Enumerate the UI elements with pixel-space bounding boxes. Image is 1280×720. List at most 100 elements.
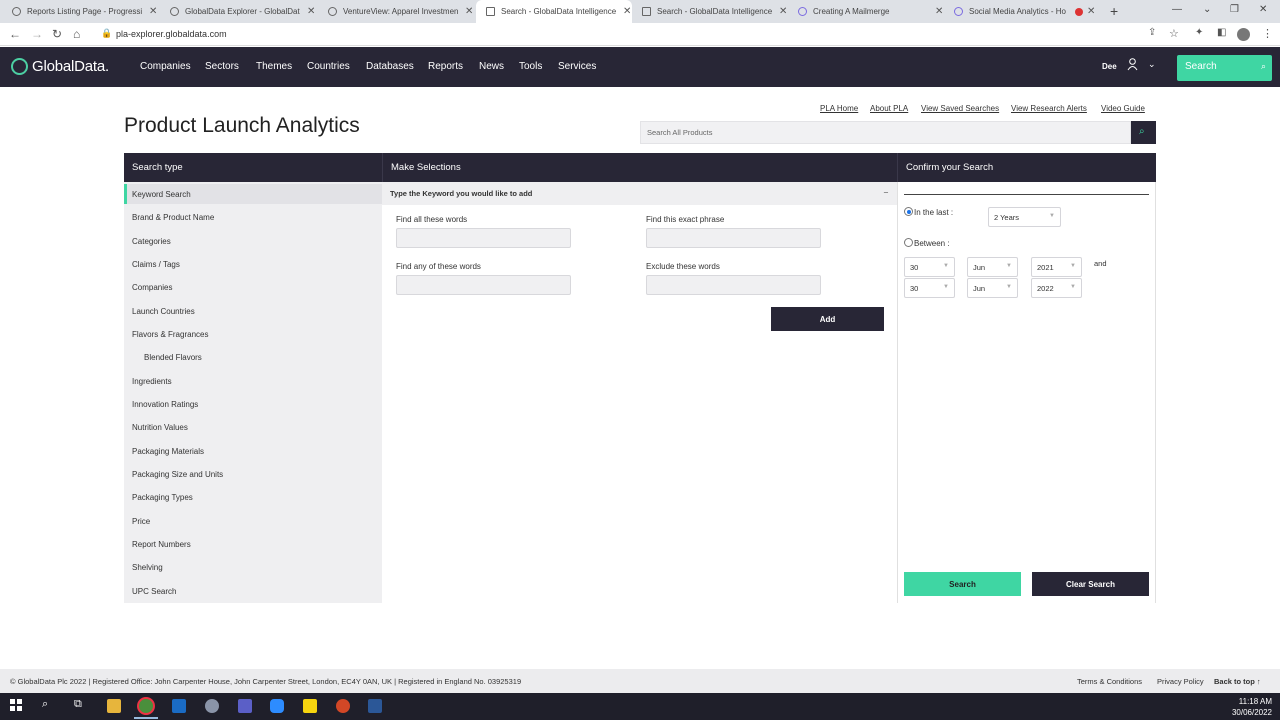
- product-search-button[interactable]: ⌕: [1131, 121, 1156, 144]
- link-saved-searches[interactable]: View Saved Searches: [921, 104, 999, 113]
- link-pla-home[interactable]: PLA Home: [820, 104, 858, 113]
- nav-tools[interactable]: Tools: [519, 61, 542, 72]
- link-research-alerts[interactable]: View Research Alerts: [1011, 104, 1087, 113]
- menu-icon[interactable]: ⋮: [1262, 27, 1273, 40]
- to-year-select[interactable]: 2022 ▼: [1031, 278, 1082, 298]
- star-icon[interactable]: ☆: [1169, 27, 1179, 40]
- avatar[interactable]: [1237, 28, 1250, 41]
- share-icon[interactable]: ⇪: [1148, 27, 1156, 38]
- search-type-report-numbers[interactable]: Report Numbers: [132, 540, 191, 549]
- search-type-companies[interactable]: Companies: [132, 283, 172, 292]
- from-month-select[interactable]: Jun ▼: [967, 257, 1018, 277]
- extensions-icon[interactable]: ✦: [1195, 27, 1203, 38]
- search-type-innovation[interactable]: Innovation Ratings: [132, 400, 198, 409]
- search-type-countries[interactable]: Launch Countries: [132, 307, 195, 316]
- nav-databases[interactable]: Databases: [366, 61, 414, 72]
- close-tab-icon[interactable]: ✕: [1087, 6, 1095, 17]
- url-field[interactable]: pla-explorer.globaldata.com: [116, 29, 227, 39]
- search-icon[interactable]: ⌕: [42, 698, 48, 711]
- sidebar-icon[interactable]: ◧: [1217, 27, 1226, 38]
- find-phrase-input[interactable]: [646, 228, 821, 248]
- search-type-keyword[interactable]: Keyword Search: [132, 190, 191, 199]
- footer-terms-link[interactable]: Terms & Conditions: [1077, 677, 1142, 686]
- search-type-pack-size[interactable]: Packaging Size and Units: [132, 470, 223, 479]
- nav-services[interactable]: Services: [558, 61, 596, 72]
- search-type-flavors[interactable]: Flavors & Fragrances: [132, 330, 208, 339]
- snipping-tool-icon[interactable]: [205, 699, 219, 713]
- to-month-select[interactable]: Jun ▼: [967, 278, 1018, 298]
- back-to-top-link[interactable]: Back to top ↑: [1214, 677, 1261, 686]
- nav-countries[interactable]: Countries: [307, 61, 350, 72]
- minimize-icon[interactable]: —: [1172, 4, 1182, 15]
- nav-news[interactable]: News: [479, 61, 504, 72]
- close-tab-icon[interactable]: ✕: [935, 6, 943, 17]
- windows-start-icon[interactable]: [10, 699, 22, 711]
- restore-icon[interactable]: ❐: [1230, 4, 1239, 15]
- find-all-input[interactable]: [396, 228, 571, 248]
- search-type-blended-flavors[interactable]: Blended Flavors: [144, 353, 202, 362]
- powerpoint-icon[interactable]: [336, 699, 350, 713]
- in-last-radio[interactable]: [904, 207, 913, 216]
- back-icon[interactable]: ←: [9, 27, 21, 41]
- search-type-categories[interactable]: Categories: [132, 237, 171, 246]
- browser-tab[interactable]: Social Media Analytics - Ho ✕: [944, 0, 1100, 23]
- close-tab-icon[interactable]: ✕: [623, 6, 631, 17]
- search-type-pack-types[interactable]: Packaging Types: [132, 493, 193, 502]
- browser-tab[interactable]: VentureView: Apparel Investmen ✕: [318, 0, 476, 23]
- product-search-input[interactable]: Search All Products: [640, 121, 1131, 144]
- user-name[interactable]: Dee: [1102, 62, 1117, 71]
- teams-icon[interactable]: [238, 699, 252, 713]
- new-tab-button[interactable]: +: [1110, 3, 1118, 19]
- link-video-guide[interactable]: Video Guide: [1101, 104, 1145, 113]
- chevron-down-icon[interactable]: ⌄: [1148, 59, 1156, 70]
- close-tab-icon[interactable]: ✕: [149, 6, 157, 17]
- search-type-ingredients[interactable]: Ingredients: [132, 377, 172, 386]
- home-icon[interactable]: ⌂: [73, 27, 80, 41]
- search-type-brand[interactable]: Brand & Product Name: [132, 213, 214, 222]
- close-tab-icon[interactable]: ✕: [465, 6, 473, 17]
- outlook-icon[interactable]: [172, 699, 186, 713]
- keyword-section-bar[interactable]: Type the Keyword you would like to add –: [382, 182, 897, 205]
- search-type-pack-materials[interactable]: Packaging Materials: [132, 447, 204, 456]
- search-type-nutrition[interactable]: Nutrition Values: [132, 423, 188, 432]
- chevron-down-icon[interactable]: ⌄: [1203, 4, 1211, 15]
- clear-search-button[interactable]: Clear Search: [1032, 572, 1149, 596]
- browser-tab[interactable]: Search - GlobalData Intelligence ✕: [632, 0, 788, 23]
- word-icon[interactable]: [368, 699, 382, 713]
- sticky-notes-icon[interactable]: [303, 699, 317, 713]
- file-explorer-icon[interactable]: [107, 699, 121, 713]
- browser-tab[interactable]: Creating A Mailmerge ✕: [788, 0, 944, 23]
- nav-companies[interactable]: Companies: [140, 61, 191, 72]
- search-type-shelving[interactable]: Shelving: [132, 563, 163, 572]
- from-year-select[interactable]: 2021 ▼: [1031, 257, 1082, 277]
- add-button[interactable]: Add: [771, 307, 884, 331]
- nav-themes[interactable]: Themes: [256, 61, 292, 72]
- browser-tab-active[interactable]: Search - GlobalData Intelligence ✕: [476, 0, 632, 23]
- close-tab-icon[interactable]: ✕: [307, 6, 315, 17]
- nav-reports[interactable]: Reports: [428, 61, 463, 72]
- browser-tab[interactable]: GlobalData Explorer - GlobalDat ✕: [160, 0, 318, 23]
- between-radio[interactable]: [904, 238, 913, 247]
- forward-icon[interactable]: →: [31, 27, 43, 41]
- collapse-icon[interactable]: –: [884, 187, 888, 196]
- find-any-input[interactable]: [396, 275, 571, 295]
- close-tab-icon[interactable]: ✕: [779, 6, 787, 17]
- search-type-price[interactable]: Price: [132, 517, 150, 526]
- search-type-upc[interactable]: UPC Search: [132, 587, 176, 596]
- chrome-icon[interactable]: [139, 699, 153, 713]
- system-clock[interactable]: 11:18 AM 30/06/2022: [1232, 696, 1272, 718]
- search-type-claims[interactable]: Claims / Tags: [132, 260, 180, 269]
- exclude-input[interactable]: [646, 275, 821, 295]
- browser-tab[interactable]: Reports Listing Page - Progressi ✕: [2, 0, 160, 23]
- reload-icon[interactable]: ↻: [52, 27, 62, 41]
- nav-sectors[interactable]: Sectors: [205, 61, 239, 72]
- search-button[interactable]: Search: [904, 572, 1021, 596]
- from-day-select[interactable]: 30 ▼: [904, 257, 955, 277]
- zoom-icon[interactable]: [270, 699, 284, 713]
- footer-privacy-link[interactable]: Privacy Policy: [1157, 677, 1204, 686]
- to-day-select[interactable]: 30 ▼: [904, 278, 955, 298]
- close-window-icon[interactable]: ✕: [1259, 4, 1267, 15]
- in-last-select[interactable]: 2 Years ▼: [988, 207, 1061, 227]
- task-view-icon[interactable]: ⧉: [74, 698, 82, 711]
- header-search-button[interactable]: Search ⌕: [1177, 55, 1272, 81]
